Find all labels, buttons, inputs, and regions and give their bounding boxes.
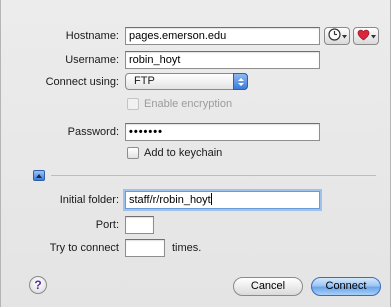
chevron-down-icon [370,30,376,42]
cancel-button[interactable]: Cancel [233,277,303,296]
initial-folder-value: staff/r/robin_hoyt [129,194,211,206]
chevron-down-icon [341,30,347,42]
clock-icon [327,28,341,44]
help-button[interactable]: ? [29,276,47,294]
protocol-value: FTP [134,75,155,87]
username-field[interactable]: robin_hoyt [125,51,320,69]
password-label: Password: [67,126,119,138]
enable-encryption-label: Enable encryption [144,98,233,110]
connect-sheet: Hostname: pages.emerson.edu Username: ro… [0,0,391,307]
text-caret [210,193,212,205]
disclosure-triangle-up-icon[interactable] [33,170,45,181]
protocol-popup[interactable]: FTP [125,73,248,90]
enable-encryption-checkbox[interactable] [127,98,139,110]
initial-folder-label: Initial folder: [59,194,119,206]
connect-using-label: Connect using: [45,76,119,88]
times-label: times. [172,242,202,254]
username-label: Username: [65,54,119,66]
hostname-field[interactable]: pages.emerson.edu [125,27,320,45]
popup-arrows-icon [233,73,248,90]
add-to-keychain-checkbox[interactable] [127,147,139,159]
favorites-button[interactable] [353,27,379,45]
add-to-keychain-label: Add to keychain [144,147,223,159]
retry-count-field[interactable] [125,239,165,257]
hostname-label: Hostname: [65,30,119,42]
initial-folder-field[interactable]: staff/r/robin_hoyt [125,191,320,209]
history-button[interactable] [324,27,350,45]
port-field[interactable] [125,216,154,234]
port-label: Port: [95,219,119,231]
try-to-connect-label: Try to connect [49,242,119,254]
connect-button[interactable]: Connect [311,277,381,296]
section-divider [51,175,376,176]
password-field[interactable]: ••••••• [125,123,320,141]
heart-icon [357,29,370,44]
